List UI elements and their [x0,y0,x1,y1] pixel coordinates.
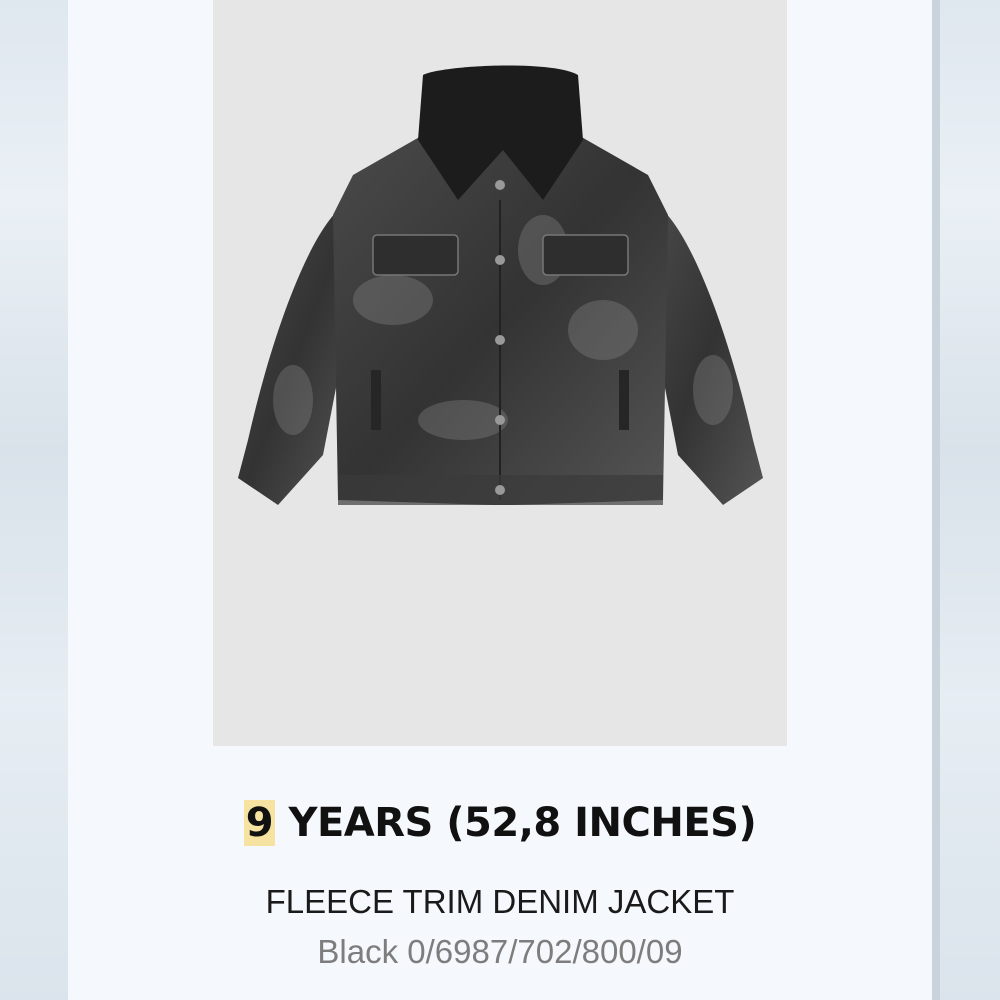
size-description: YEARS (52,8 INCHES) [275,800,757,846]
product-image[interactable] [213,0,787,746]
jacket-illustration [213,0,787,746]
selected-size-label: 9 YEARS (52,8 INCHES) [0,800,1000,846]
product-color-reference: Black 0/6987/702/800/09 [317,933,683,970]
left-background-strip [0,0,68,1000]
right-background-strip [932,0,1000,1000]
product-name: FLEECE TRIM DENIM JACKET [265,883,735,920]
size-number-highlight: 9 [243,800,276,846]
right-edge-divider [932,0,940,1000]
